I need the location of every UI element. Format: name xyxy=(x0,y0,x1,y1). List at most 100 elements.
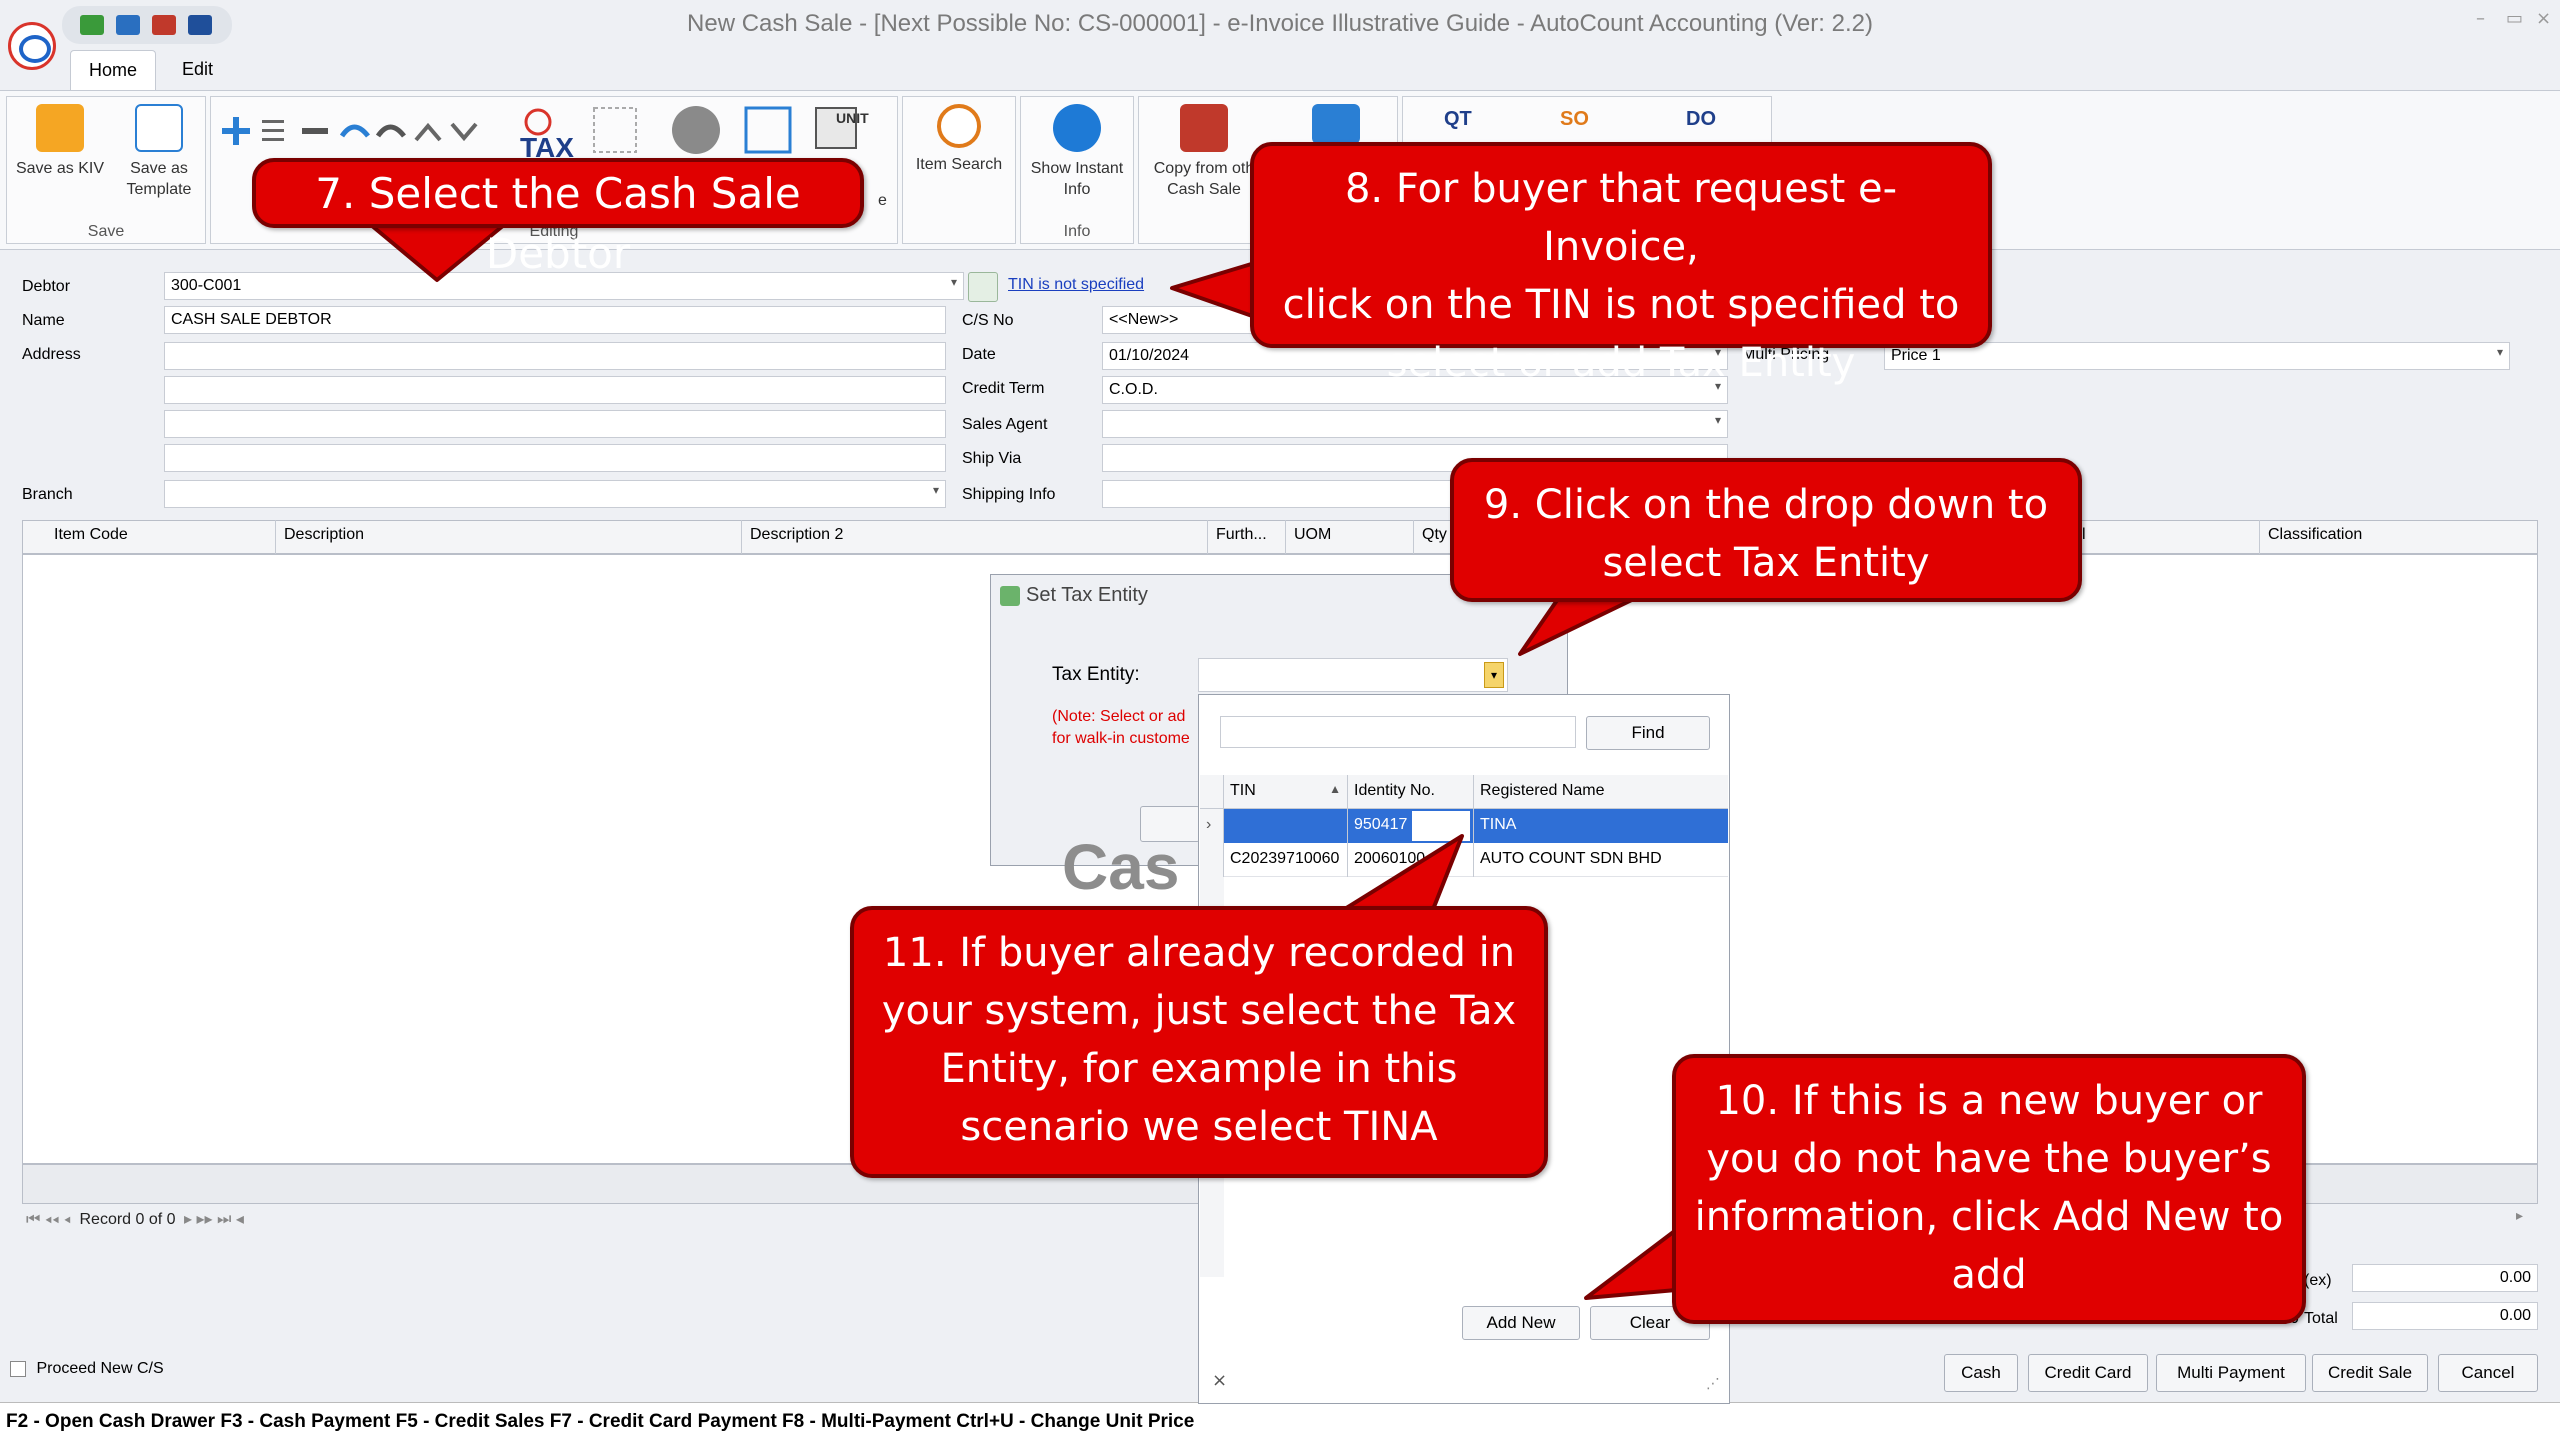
copy-to-icon[interactable] xyxy=(1312,104,1360,144)
date-value: 01/10/2024 xyxy=(1109,347,1190,364)
row-registered-name: TINA xyxy=(1474,809,1728,843)
undo-icon[interactable] xyxy=(339,124,370,138)
next-record-icon[interactable]: ▸ ▸▸ ⏭ ◂ xyxy=(184,1211,244,1228)
address-line-3[interactable] xyxy=(164,410,946,438)
first-record-icon[interactable]: ⏮ ◂◂ ◂ xyxy=(26,1211,71,1228)
insert-row-icon[interactable] xyxy=(262,120,284,141)
transfer-from-do-icon[interactable]: DO xyxy=(1686,108,1716,131)
copy-from-label-2: Cash Sale xyxy=(1167,181,1241,198)
watermark-text: Cas xyxy=(1062,831,1180,903)
percent-icon[interactable] xyxy=(672,106,720,154)
callout-11-line-1: 11. If buyer already recorded in xyxy=(882,930,1516,976)
popup-search-input[interactable] xyxy=(1220,716,1576,748)
add-row-icon[interactable] xyxy=(222,117,250,145)
popup-column-tin[interactable]: TIN ▲ xyxy=(1224,775,1348,809)
tax-entity-label: Tax Entity: xyxy=(1052,664,1140,685)
column-item-code[interactable]: Item Code xyxy=(46,520,276,554)
debtor-lookup-icon[interactable] xyxy=(968,272,998,302)
price-add-icon[interactable] xyxy=(744,106,792,154)
dialog-note-line-1: (Note: Select or ad xyxy=(1052,708,1186,725)
credit-sale-button[interactable]: Credit Sale xyxy=(2312,1354,2428,1392)
name-label: Name xyxy=(22,312,65,329)
callout-10-line-4: add xyxy=(1951,1252,2027,1298)
cancel-button[interactable]: Cancel xyxy=(2438,1354,2538,1392)
transfer-from-so-icon[interactable]: SO xyxy=(1560,108,1589,131)
add-new-button[interactable]: Add New xyxy=(1462,1306,1580,1340)
row-tin: C20239710060 xyxy=(1224,843,1348,877)
total-ex-label: (ex) xyxy=(2304,1272,2332,1289)
record-count: Record 0 of 0 xyxy=(79,1211,176,1228)
popup-close-icon[interactable]: × xyxy=(1212,1370,1227,1391)
proceed-new-label: Proceed New C/S xyxy=(36,1360,164,1377)
ribbon-group-save-label: Save xyxy=(87,223,125,240)
copy-from-cash-sale-button[interactable]: Copy from oth Cash Sale xyxy=(1142,104,1266,200)
tax-icon[interactable] xyxy=(524,108,552,136)
redo-icon[interactable] xyxy=(375,124,406,138)
row-registered-name: AUTO COUNT SDN BHD xyxy=(1480,850,1662,867)
credit-term-value: C.O.D. xyxy=(1109,381,1158,398)
column-uom[interactable]: UOM xyxy=(1286,520,1414,554)
multi-payment-button[interactable]: Multi Payment xyxy=(2156,1354,2306,1392)
callout-9-line-2: select Tax Entity xyxy=(1602,540,1930,586)
table-row[interactable]: › 950417 TINA xyxy=(1200,809,1728,843)
show-instant-info-button[interactable]: Show Instant Info xyxy=(1022,104,1132,200)
find-button[interactable]: Find xyxy=(1586,716,1710,750)
address-line-4[interactable] xyxy=(164,444,946,472)
address-line-2[interactable] xyxy=(164,376,946,404)
current-row-indicator-icon: › xyxy=(1200,809,1224,843)
popup-column-registered-name[interactable]: Registered Name xyxy=(1474,775,1728,809)
table-row[interactable]: C20239710060 20060100 AUTO COUNT SDN BHD xyxy=(1200,843,1728,877)
sales-agent-label: Sales Agent xyxy=(962,416,1048,433)
save-as-template-label-2: Template xyxy=(126,181,192,198)
template-icon xyxy=(135,104,183,152)
name-field[interactable]: CASH SALE DEBTOR xyxy=(164,306,946,334)
maximize-button[interactable]: ▭ xyxy=(2506,8,2523,29)
transfer-from-qt-icon[interactable]: QT xyxy=(1444,108,1472,131)
save-as-kiv-button[interactable]: Save as KIV xyxy=(10,104,110,179)
credit-card-button[interactable]: Credit Card xyxy=(2028,1354,2148,1392)
ribbon-e-label: e xyxy=(878,192,887,209)
ribbon-group-info-label: Info xyxy=(1063,223,1091,240)
add-item-icon[interactable] xyxy=(593,107,637,153)
grid-scroll-right-icon[interactable]: ▸ xyxy=(2516,1208,2523,1224)
callout-10-line-2: you do not have the buyer’s xyxy=(1706,1136,2272,1182)
cash-button[interactable]: Cash xyxy=(1944,1354,2018,1392)
proceed-new-checkbox[interactable]: Proceed New C/S xyxy=(10,1360,164,1378)
item-search-button[interactable]: Item Search xyxy=(904,104,1014,175)
callout-7-text: 7. Select the Cash Sale Debtor xyxy=(315,169,801,278)
magnifier-icon xyxy=(937,104,981,148)
callout-11-line-4: scenario we select TINA xyxy=(960,1104,1438,1150)
save-as-template-button[interactable]: Save as Template xyxy=(112,104,206,200)
callout-8-line-3: select or add Tax Entity xyxy=(1386,340,1856,386)
date-label: Date xyxy=(962,346,996,363)
column-partial[interactable]: l xyxy=(2074,520,2260,554)
tax-entity-select[interactable] xyxy=(1198,658,1508,692)
column-further-description[interactable]: Furth... xyxy=(1208,520,1286,554)
callout-10: 10. If this is a new buyer or you do not… xyxy=(1672,1054,2306,1324)
tin-not-specified-link[interactable]: TIN is not specified xyxy=(1008,276,1144,294)
branch-label: Branch xyxy=(22,486,73,503)
tax-entity-dropdown-button[interactable]: ▾ xyxy=(1484,662,1504,688)
callout-8: 8. For buyer that request e-Invoice, cli… xyxy=(1250,142,1992,386)
move-up-icon[interactable] xyxy=(414,122,442,142)
column-description[interactable]: Description xyxy=(276,520,742,554)
column-description-2[interactable]: Description 2 xyxy=(742,520,1208,554)
column-classification[interactable]: Classification xyxy=(2260,520,2536,554)
branch-select[interactable]: ▾ xyxy=(164,480,946,508)
tab-edit[interactable]: Edit xyxy=(164,50,231,90)
callout-9-line-1: 9. Click on the drop down to xyxy=(1483,482,2049,528)
close-window-button[interactable]: × xyxy=(2536,8,2551,29)
chevron-down-icon: ▾ xyxy=(932,483,939,497)
tab-home[interactable]: Home xyxy=(70,50,157,90)
move-down-icon[interactable] xyxy=(450,122,478,142)
callout-11: 11. If buyer already recorded in your sy… xyxy=(850,906,1548,1178)
debtor-label: Debtor xyxy=(22,278,71,295)
popup-column-identity[interactable]: Identity No. xyxy=(1348,775,1474,809)
delete-row-icon[interactable] xyxy=(302,128,328,134)
unit-icon-label: UNIT xyxy=(836,110,869,126)
callout-10-line-3: information, click Add New to xyxy=(1694,1194,2284,1240)
sales-agent-select[interactable]: ▾ xyxy=(1102,410,1728,438)
resize-grip-icon[interactable]: ⋰ xyxy=(1706,1376,1720,1392)
address-line-1[interactable] xyxy=(164,342,946,370)
minimize-button[interactable]: – xyxy=(2476,8,2485,29)
